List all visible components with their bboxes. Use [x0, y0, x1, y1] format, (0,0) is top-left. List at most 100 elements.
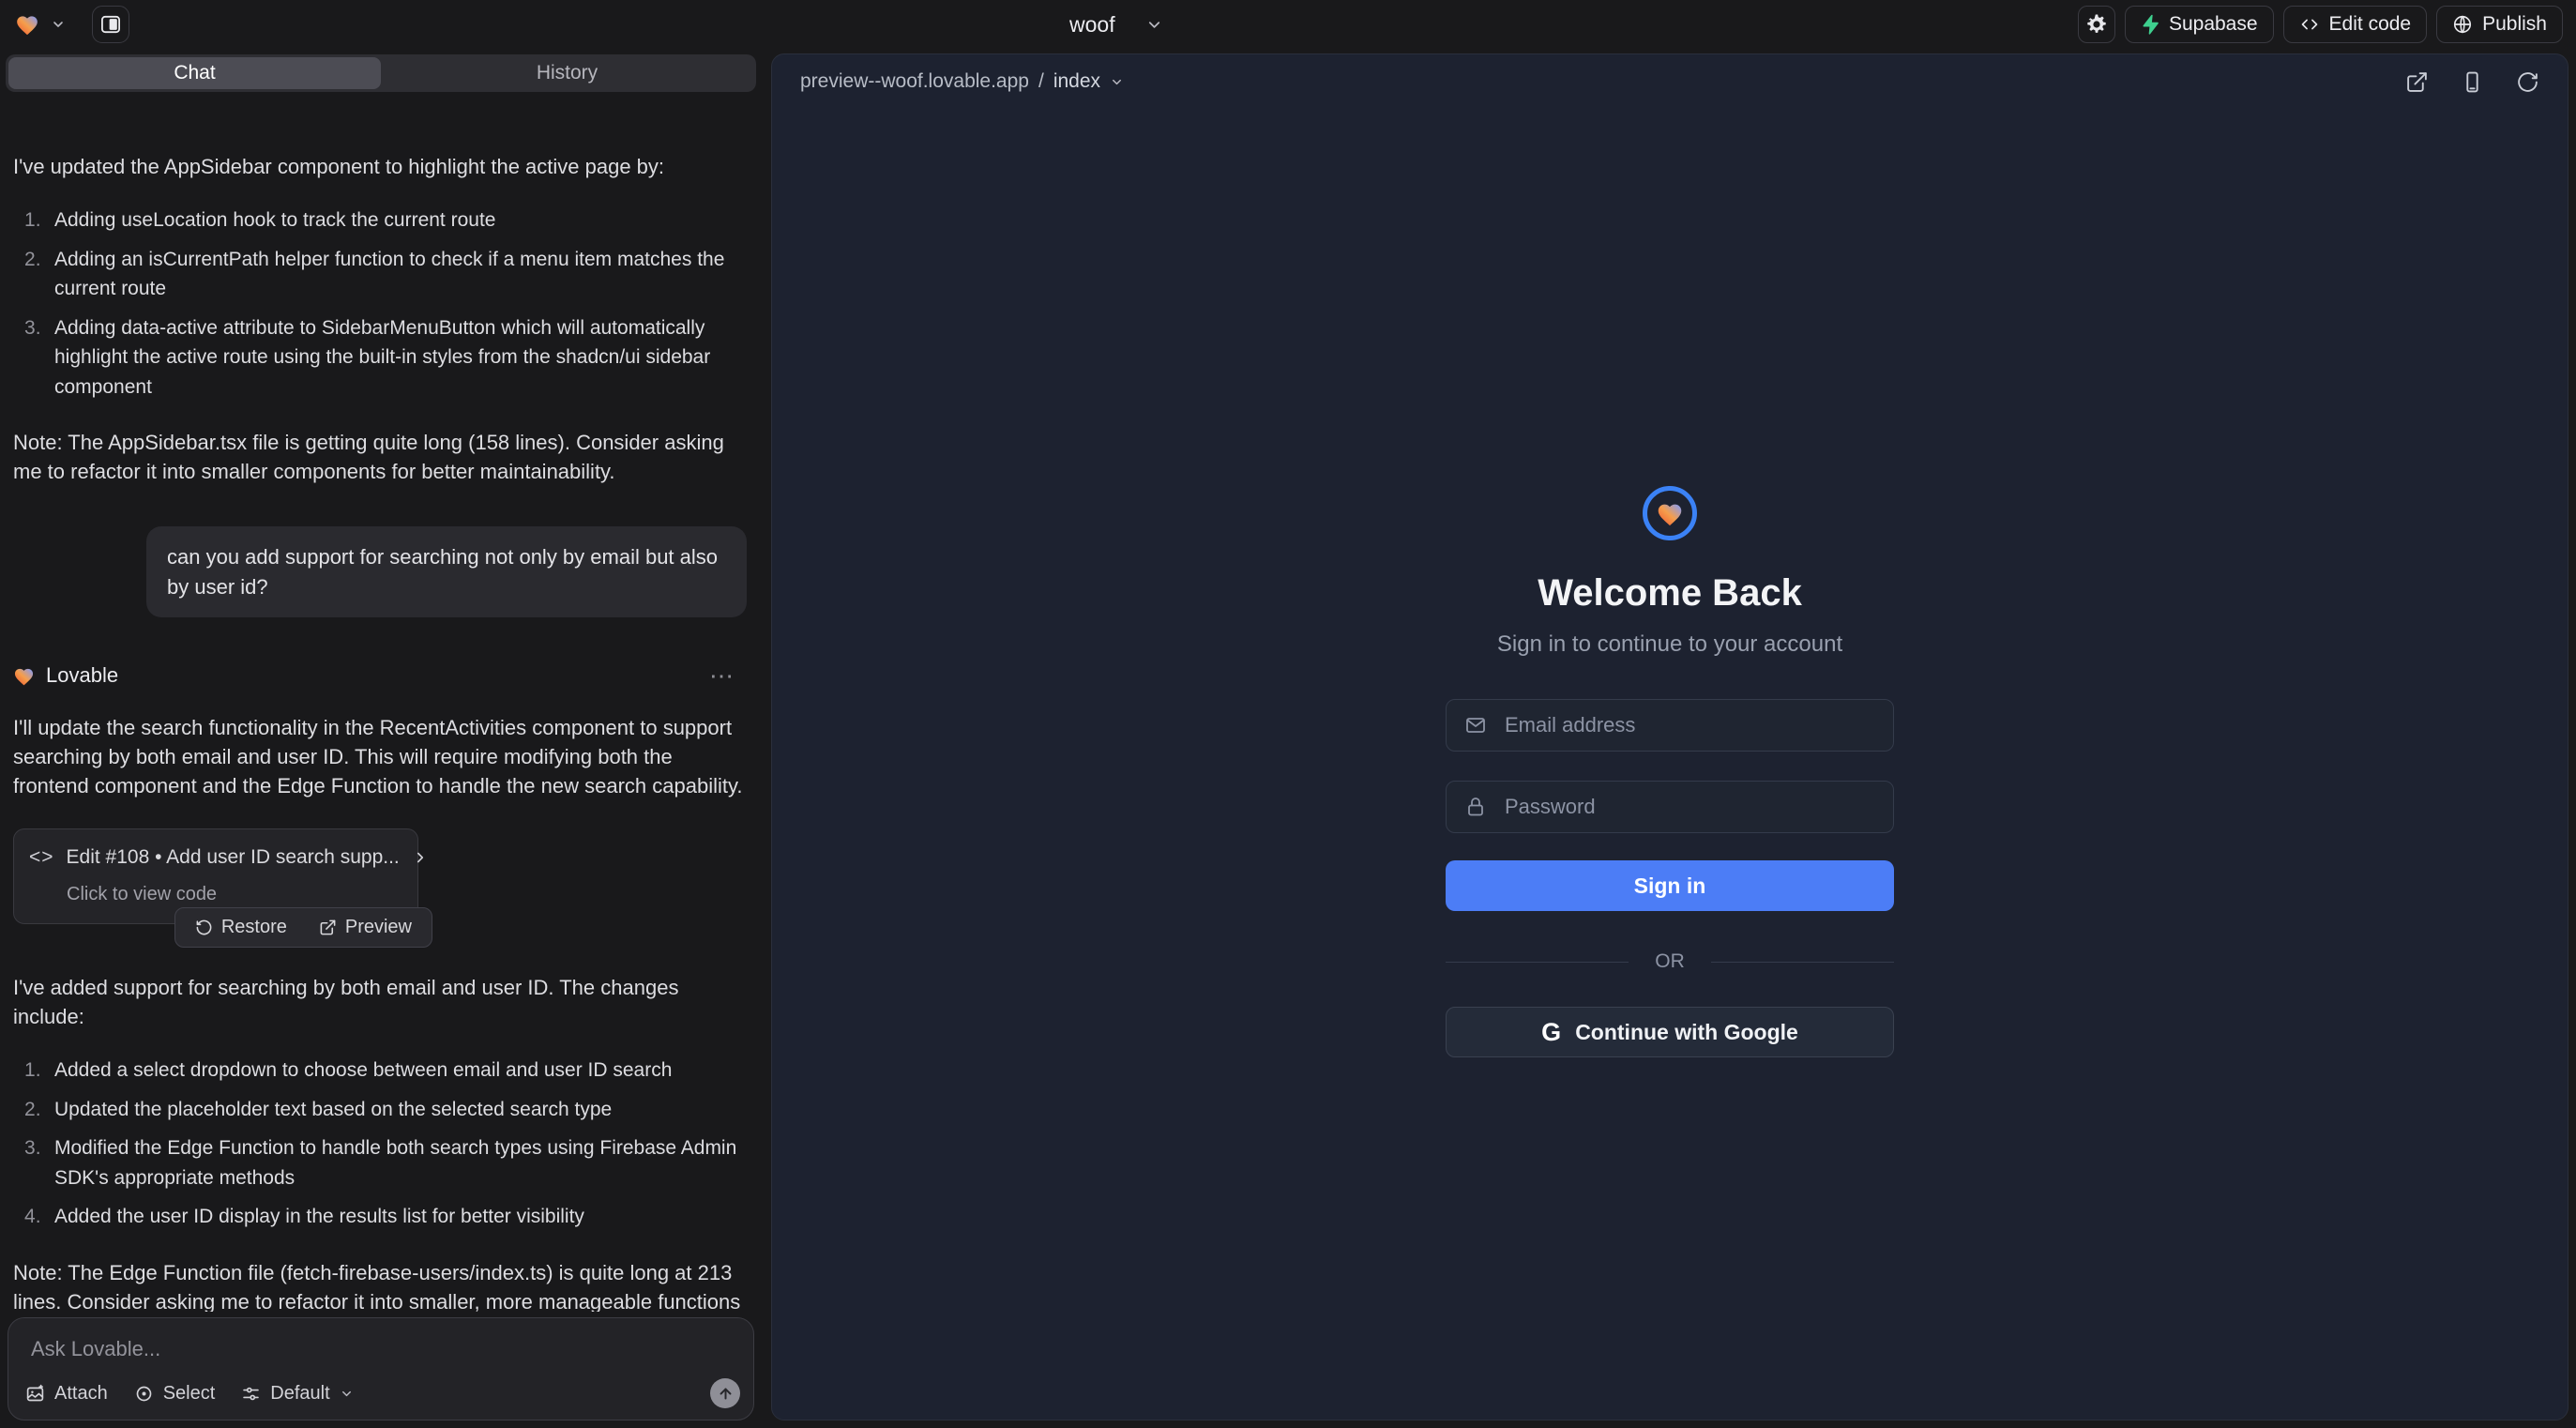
refresh-button[interactable] — [2516, 70, 2539, 94]
edit-card[interactable]: <> Edit #108 • Add user ID search supp..… — [13, 828, 418, 923]
preview-actions — [2405, 70, 2539, 94]
auth-subtitle: Sign in to continue to your account — [1497, 631, 1842, 658]
user-message-bubble: can you add support for searching not on… — [146, 526, 747, 618]
composer-toolbar: Attach Select Default — [25, 1378, 740, 1408]
external-link-icon — [2405, 70, 2429, 94]
mobile-view-button[interactable] — [2461, 70, 2484, 94]
list-item: Updated the placeholder text based on th… — [13, 1095, 745, 1125]
assistant-message-note-2: Note: The Edge Function file (fetch-fire… — [13, 1258, 747, 1312]
list-item: Added the user ID display in the results… — [13, 1202, 745, 1232]
auth-title: Welcome Back — [1538, 572, 1802, 615]
globe-icon — [2452, 14, 2473, 35]
send-button[interactable] — [710, 1378, 740, 1408]
preview-url-path: index — [1053, 70, 1100, 93]
restore-label: Restore — [221, 917, 287, 938]
preview-label: Preview — [345, 917, 412, 938]
preview-panel: preview--woof.lovable.app / index — [771, 53, 2568, 1420]
lock-icon — [1464, 796, 1487, 818]
divider-label: OR — [1655, 950, 1685, 973]
assistant-message-list: Adding useLocation hook to track the cur… — [13, 205, 747, 402]
open-in-new-tab-button[interactable] — [2405, 70, 2429, 94]
list-item: Adding useLocation hook to track the cur… — [13, 205, 745, 235]
workspace-chevron-down-icon[interactable] — [51, 17, 66, 32]
assistant-message-list-2: Added a select dropdown to choose betwee… — [13, 1056, 747, 1232]
assistant-message-intro: I've updated the AppSidebar component to… — [13, 152, 747, 181]
mobile-device-icon — [2461, 70, 2484, 94]
list-item: Added a select dropdown to choose betwee… — [13, 1056, 745, 1086]
restore-icon — [195, 919, 213, 936]
edit-card-subtitle: Click to view code — [67, 881, 402, 907]
edit-code-label: Edit code — [2329, 13, 2412, 36]
chat-messages: I've updated the AppSidebar component to… — [0, 144, 762, 1312]
select-label: Select — [163, 1383, 216, 1405]
chat-input[interactable] — [8, 1318, 753, 1373]
select-button[interactable]: Select — [134, 1383, 216, 1405]
attach-button[interactable]: Attach — [25, 1383, 108, 1405]
target-icon — [134, 1384, 154, 1404]
panel-left-icon — [100, 15, 121, 34]
project-name: woof — [1069, 12, 1115, 38]
settings-button[interactable] — [2078, 6, 2115, 43]
refresh-icon — [2516, 70, 2539, 94]
mode-selector-button[interactable]: Default — [241, 1383, 353, 1405]
continue-with-google-button[interactable]: G Continue with Google — [1446, 1007, 1894, 1057]
supabase-label: Supabase — [2169, 13, 2258, 36]
password-field[interactable] — [1446, 781, 1894, 833]
password-field-wrap — [1446, 781, 1894, 833]
edit-card-title: Edit #108 • Add user ID search supp... — [67, 843, 400, 872]
sliders-icon — [241, 1384, 261, 1404]
tab-chat[interactable]: Chat — [8, 57, 381, 89]
topbar-left — [15, 0, 129, 49]
edit-code-button[interactable]: Edit code — [2283, 6, 2428, 43]
list-item: Modified the Edge Function to handle bot… — [13, 1133, 745, 1193]
edit-card-actions: Restore Preview — [174, 907, 432, 948]
preview-url[interactable]: preview--woof.lovable.app / index — [800, 70, 1124, 93]
google-g-icon: G — [1541, 1018, 1561, 1047]
mode-chevron-down-icon — [340, 1387, 354, 1401]
composer[interactable]: Attach Select Default — [8, 1317, 754, 1420]
assistant-sender-row: Lovable ⋯ — [13, 661, 747, 690]
project-chevron-down-icon — [1145, 16, 1163, 34]
preview-button[interactable]: Preview — [313, 916, 417, 939]
attach-label: Attach — [54, 1383, 108, 1405]
assistant-message-body-2: I've added support for searching by both… — [13, 973, 747, 1031]
edit-card-header: <> Edit #108 • Add user ID search supp..… — [29, 843, 402, 872]
list-item: Adding an isCurrentPath helper function … — [13, 245, 745, 304]
or-divider: OR — [1446, 950, 1894, 973]
publish-label: Publish — [2482, 13, 2547, 36]
topbar: woof Supabase Edit code — [0, 0, 2576, 49]
email-field[interactable] — [1446, 699, 1894, 752]
publish-button[interactable]: Publish — [2436, 6, 2563, 43]
email-field-wrap — [1446, 699, 1894, 752]
supabase-bolt-icon — [2141, 14, 2159, 35]
attach-image-icon — [25, 1384, 45, 1404]
auth-card: Welcome Back Sign in to continue to your… — [772, 486, 2568, 1057]
chat-panel: Chat History I've updated the AppSidebar… — [0, 49, 762, 1428]
mode-label: Default — [270, 1383, 329, 1405]
sign-in-button[interactable]: Sign in — [1446, 860, 1894, 911]
preview-url-separator: / — [1038, 70, 1044, 93]
google-label: Continue with Google — [1575, 1020, 1798, 1045]
topbar-actions: Supabase Edit code Publish — [2078, 6, 2563, 43]
code-icon — [2299, 15, 2320, 34]
project-switcher[interactable]: woof — [1069, 0, 1163, 49]
lovable-avatar-heart-icon — [13, 666, 35, 686]
code-icon: <> — [29, 843, 54, 872]
restore-button[interactable]: Restore — [189, 916, 293, 939]
list-item: Adding data-active attribute to SidebarM… — [13, 313, 745, 403]
open-preview-icon — [319, 919, 337, 936]
mail-icon — [1464, 714, 1487, 737]
chat-history-tabs: Chat History — [6, 54, 756, 92]
toggle-sidebar-button[interactable] — [92, 6, 129, 43]
more-options-icon[interactable]: ⋯ — [704, 662, 741, 689]
app-logo — [1643, 486, 1697, 540]
supabase-button[interactable]: Supabase — [2125, 6, 2274, 43]
arrow-up-icon — [718, 1386, 734, 1402]
assistant-sender-name: Lovable — [46, 661, 118, 690]
divider-line — [1446, 962, 1629, 963]
lovable-logo-icon[interactable] — [15, 13, 39, 36]
preview-url-host: preview--woof.lovable.app — [800, 70, 1029, 93]
heart-icon — [1656, 501, 1684, 526]
tab-history[interactable]: History — [381, 57, 753, 89]
assistant-message-note: Note: The AppSidebar.tsx file is getting… — [13, 428, 747, 486]
